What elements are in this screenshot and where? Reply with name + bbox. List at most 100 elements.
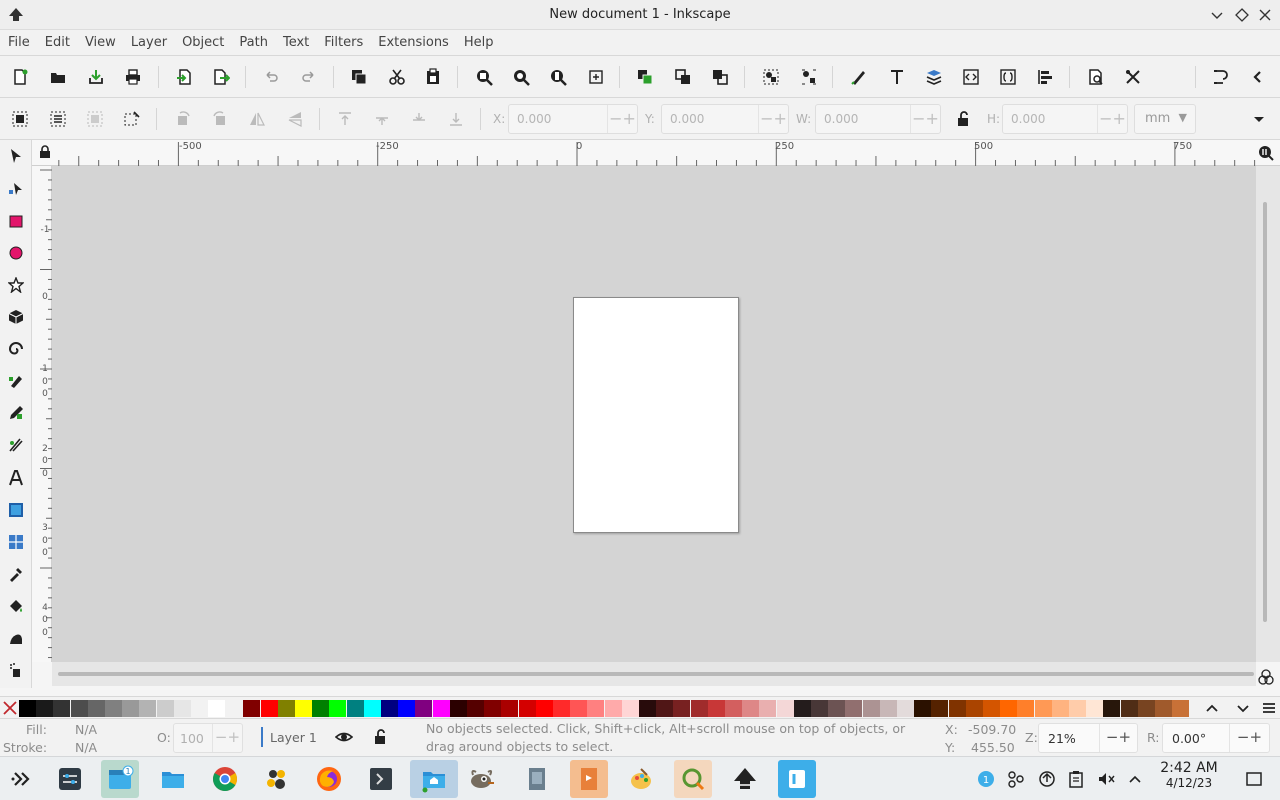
chevron-left-icon[interactable]: [1244, 63, 1272, 91]
new-document-icon[interactable]: [6, 63, 34, 91]
rotate-cw-icon[interactable]: [206, 105, 234, 133]
palette-swatch[interactable]: [862, 700, 880, 717]
menu-file[interactable]: File: [8, 35, 30, 50]
palette-swatch[interactable]: [759, 700, 777, 717]
palette-swatch[interactable]: [122, 700, 140, 717]
palette-swatch[interactable]: [553, 700, 570, 717]
align-distribute-icon[interactable]: [1031, 63, 1059, 91]
horizontal-ruler[interactable]: -500 -250 0 250 500 750: [32, 140, 1280, 166]
vertical-ruler[interactable]: -1 0 1 0 0 2 0 0 3 0 0 4 0 0: [32, 166, 52, 662]
fill-value[interactable]: N/A: [75, 722, 97, 737]
x-stepper[interactable]: −+: [607, 105, 637, 133]
qgis-app-icon[interactable]: [674, 760, 712, 798]
palette-swatch[interactable]: [931, 700, 949, 717]
tweak-tool-icon[interactable]: [4, 626, 28, 650]
fill-stroke-icon[interactable]: [845, 63, 873, 91]
w-spinbox[interactable]: 0.000 −+: [815, 104, 941, 134]
lock-guides-icon[interactable]: [38, 145, 52, 159]
settings-app-icon[interactable]: [51, 760, 89, 798]
palette-swatch[interactable]: [793, 700, 811, 717]
palette-swatch[interactable]: [828, 700, 846, 717]
text-font-icon[interactable]: [883, 63, 911, 91]
tray-expand-icon[interactable]: [1125, 769, 1145, 789]
3d-box-tool-icon[interactable]: [4, 305, 28, 329]
preferences-icon[interactable]: [1119, 63, 1147, 91]
show-desktop-icon[interactable]: [1244, 769, 1264, 789]
palette-swatch[interactable]: [1120, 700, 1138, 717]
palette-swatch[interactable]: [191, 700, 208, 717]
palette-swatch[interactable]: [948, 700, 966, 717]
select-all-layers-icon[interactable]: [44, 105, 72, 133]
document-properties-icon[interactable]: [1082, 63, 1110, 91]
clone-icon[interactable]: [669, 63, 697, 91]
horizontal-scrollbar[interactable]: [52, 662, 1256, 686]
palette-swatch[interactable]: [415, 700, 433, 717]
palette-scroll-down-icon[interactable]: [1234, 699, 1252, 717]
palette-swatch[interactable]: [535, 700, 553, 717]
flip-vertical-icon[interactable]: [281, 105, 309, 133]
palette-swatch[interactable]: [36, 700, 54, 717]
undo-icon[interactable]: [257, 63, 285, 91]
firefox-browser-icon[interactable]: [310, 760, 348, 798]
select-all-icon[interactable]: [6, 105, 34, 133]
palette-swatch[interactable]: [1155, 700, 1172, 717]
palette-swatch[interactable]: [432, 700, 450, 717]
palette-swatch[interactable]: [707, 700, 725, 717]
palette-swatch[interactable]: [484, 700, 502, 717]
palette-swatch[interactable]: [742, 700, 760, 717]
palette-menu-icon[interactable]: [1260, 699, 1278, 717]
palette-swatch[interactable]: [1017, 700, 1035, 717]
spray-tool-icon[interactable]: [4, 658, 28, 682]
vertical-scrollbar[interactable]: [1256, 166, 1280, 662]
no-paint-icon[interactable]: [2, 700, 18, 716]
palette-swatch[interactable]: [1086, 700, 1104, 717]
palette-swatch[interactable]: [87, 700, 105, 717]
palette-swatch[interactable]: [965, 700, 983, 717]
cut-icon[interactable]: [383, 63, 411, 91]
y-spinbox[interactable]: 0.000 −+: [661, 104, 789, 134]
palette-swatch[interactable]: [639, 700, 656, 717]
menu-help[interactable]: Help: [464, 35, 494, 50]
layers-icon[interactable]: [920, 63, 948, 91]
stroke-value[interactable]: N/A: [75, 740, 97, 755]
x-spinbox[interactable]: 0.000 −+: [508, 104, 638, 134]
app-launcher-icon[interactable]: [2, 760, 40, 798]
current-layer[interactable]: Layer 1: [270, 730, 317, 745]
palette-swatch[interactable]: [105, 700, 122, 717]
unlink-clone-icon[interactable]: [706, 63, 734, 91]
palette-swatch[interactable]: [621, 700, 639, 717]
kde-connect-icon[interactable]: [778, 760, 816, 798]
menu-extensions[interactable]: Extensions: [378, 35, 449, 50]
palette-swatch[interactable]: [277, 700, 295, 717]
palette-swatch[interactable]: [260, 700, 278, 717]
palette-swatch[interactable]: [1000, 700, 1018, 717]
menu-filters[interactable]: Filters: [324, 35, 363, 50]
palette-swatch[interactable]: [139, 700, 157, 717]
vertical-scroll-thumb[interactable]: [1263, 202, 1267, 622]
text-tool-icon[interactable]: [4, 466, 28, 490]
palette-swatch[interactable]: [53, 700, 71, 717]
chrome-browser-icon[interactable]: [206, 760, 244, 798]
y-stepper[interactable]: −+: [758, 105, 788, 133]
zoom-page-width-icon[interactable]: [582, 63, 610, 91]
palette-swatch[interactable]: [879, 700, 897, 717]
clipboard-icon[interactable]: [1066, 769, 1086, 789]
copy-icon[interactable]: [345, 63, 373, 91]
node-tool-icon[interactable]: [4, 176, 28, 200]
overflow-menu-icon[interactable]: [1245, 105, 1273, 133]
palette-swatch[interactable]: [156, 700, 174, 717]
xml-editor-icon[interactable]: [957, 63, 985, 91]
krita-app-icon[interactable]: [258, 760, 296, 798]
palette-swatch[interactable]: [329, 700, 347, 717]
redo-icon[interactable]: [295, 63, 323, 91]
zoom-spinbox[interactable]: 21% −+: [1038, 723, 1138, 753]
clock[interactable]: 2:42 AM 4/12/23: [1150, 760, 1228, 790]
dropper-tool-icon[interactable]: [4, 562, 28, 586]
gimp-app-icon[interactable]: [463, 760, 501, 798]
calligraphy-tool-icon[interactable]: [4, 433, 28, 457]
menu-layer[interactable]: Layer: [131, 35, 167, 50]
palette-swatch[interactable]: [346, 700, 364, 717]
gradient-tool-icon[interactable]: [4, 498, 28, 522]
group-icon[interactable]: [757, 63, 785, 91]
layer-visibility-icon[interactable]: [334, 728, 354, 746]
